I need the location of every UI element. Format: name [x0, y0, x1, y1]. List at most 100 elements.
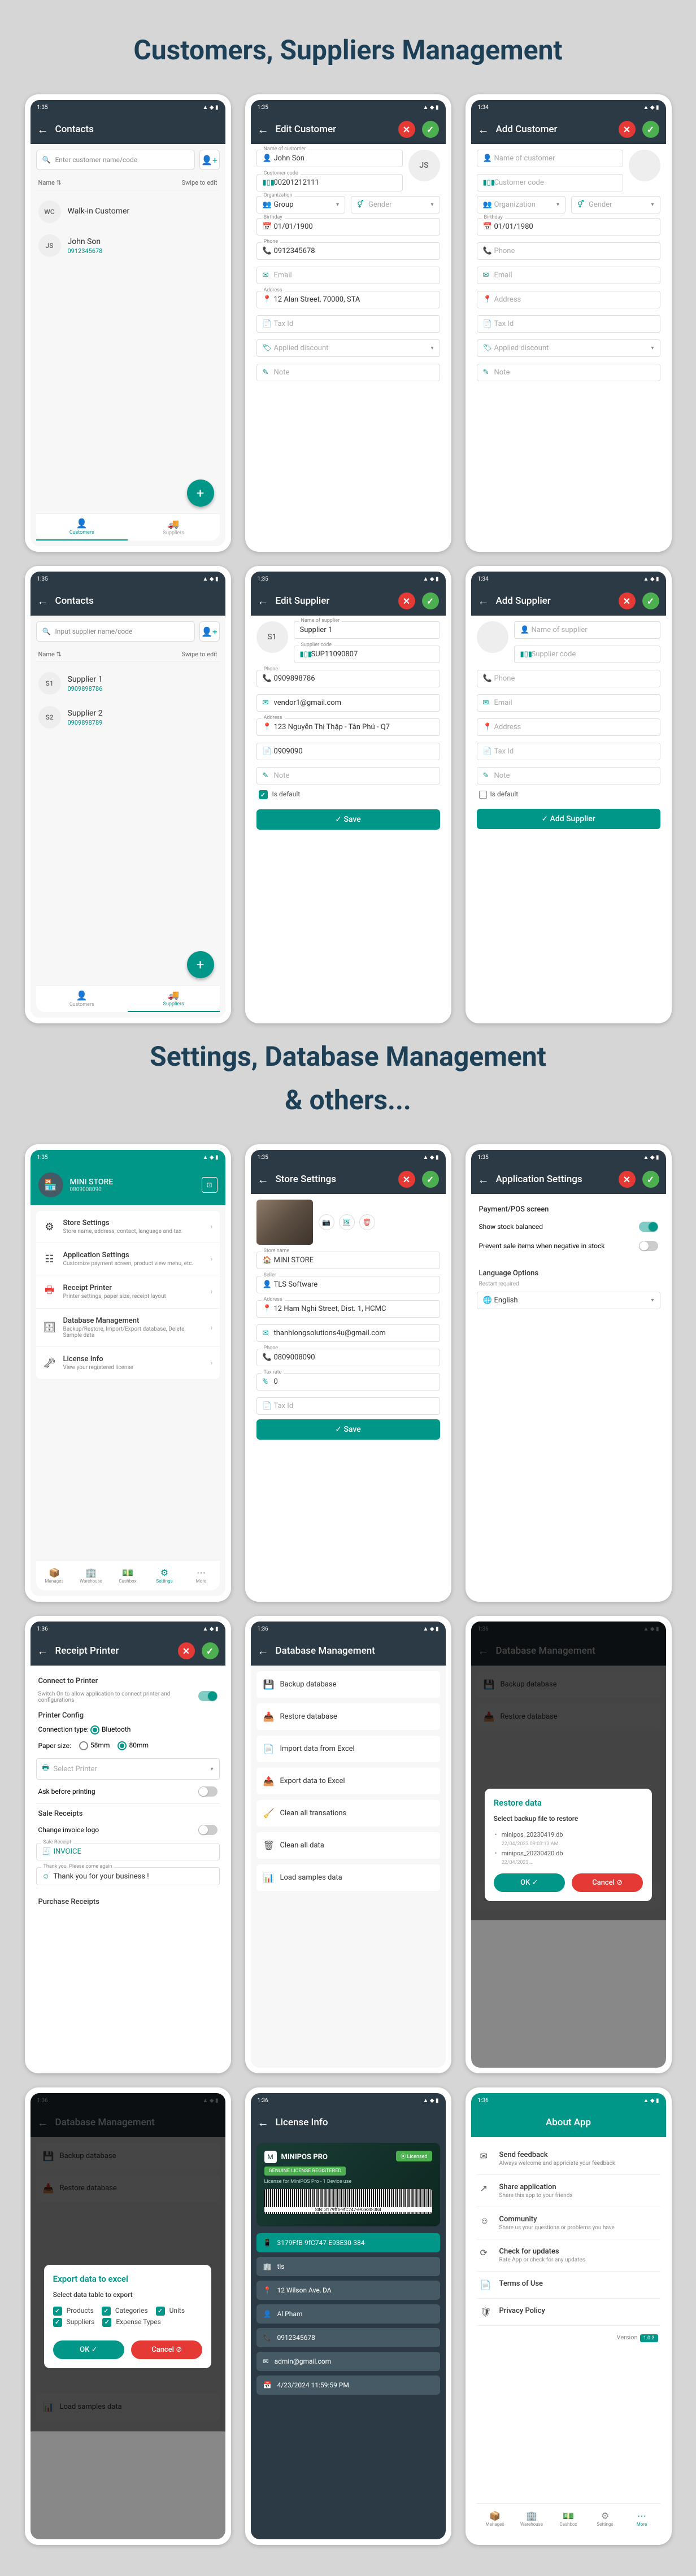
nav-more[interactable]: ⋯More	[624, 2504, 660, 2534]
setting-app[interactable]: ☷Application SettingsCustomize payment s…	[36, 1243, 220, 1275]
db-load-samples[interactable]: 📊Load samples data	[256, 1864, 440, 1891]
code-field[interactable]: ▮▯▮Customer code	[477, 174, 623, 191]
gender-field[interactable]: ⚥Gender▾	[351, 196, 440, 213]
taxid-field[interactable]: 📄Tax Id	[256, 1397, 440, 1415]
code-field[interactable]: Customer code ▮▯▮00201212111	[256, 174, 403, 191]
default-checkbox[interactable]: Is default	[477, 784, 660, 804]
nav-cashbox[interactable]: 💵Cashbox	[550, 2504, 587, 2534]
about-terms[interactable]: 📄Terms of Use	[477, 2272, 660, 2299]
code-field[interactable]: Supplier code▮▯▮SUP11090807	[294, 646, 440, 663]
gallery-button[interactable]: 🖼	[339, 1214, 355, 1230]
address-field[interactable]: 📍Address	[477, 718, 660, 736]
taxrate-field[interactable]: Tax rate%0	[256, 1373, 440, 1391]
nav-more[interactable]: ⋯More	[183, 1561, 220, 1590]
about-updates[interactable]: ⟳Check for updatesRate App or check for …	[477, 2239, 660, 2272]
db-clean-all[interactable]: 🗑Clean all data	[256, 1832, 440, 1859]
back-icon[interactable]: ←	[37, 594, 49, 608]
storename-field[interactable]: Store name🏠MINI STORE	[256, 1252, 440, 1269]
avatar-placeholder[interactable]	[477, 621, 508, 653]
close-button[interactable]: ✕	[398, 121, 415, 138]
customer-row[interactable]: JS John Son 0912345678	[36, 229, 220, 263]
about-privacy[interactable]: 🛡Privacy Policy	[477, 2299, 660, 2326]
radio-58mm[interactable]	[79, 1741, 88, 1750]
nav-manages[interactable]: 📦Manages	[477, 2504, 514, 2534]
phone-field[interactable]: 📞Phone	[477, 242, 660, 260]
change-logo-toggle[interactable]: Change invoice logo	[36, 1821, 220, 1838]
nav-settings[interactable]: ⚙Settings	[587, 2504, 624, 2534]
tab-customers[interactable]: 👤Customers	[36, 986, 128, 1012]
check-categories[interactable]: ✓Categories	[102, 2307, 148, 2316]
back-icon[interactable]: ←	[37, 123, 49, 137]
radio-80mm[interactable]	[118, 1741, 127, 1750]
close-button[interactable]: ✕	[398, 592, 415, 609]
check-units[interactable]: ✓Units	[156, 2307, 185, 2316]
back-icon[interactable]: ←	[478, 1173, 489, 1187]
back-icon[interactable]: ←	[37, 1644, 49, 1658]
nav-warehouse[interactable]: 🏢Warehouse	[73, 1561, 110, 1590]
about-community[interactable]: ☺CommunityShare us your questions or pro…	[477, 2207, 660, 2239]
address-field[interactable]: Address📍123 Nguyễn Thị Thập - Tân Phú - …	[256, 718, 440, 736]
confirm-button[interactable]: ✓	[202, 1642, 219, 1659]
org-field[interactable]: Organization 👥Group▾	[256, 196, 346, 213]
db-export-excel[interactable]: 📤Export data to Excel	[256, 1768, 440, 1794]
phone-field[interactable]: Phone 📞0912345678	[256, 242, 440, 260]
about-share[interactable]: ↗Share applicationShare this app to your…	[477, 2175, 660, 2207]
about-feedback[interactable]: ✉Send feedbackAlways welcome and apprici…	[477, 2143, 660, 2175]
toggle-prevent-negative[interactable]: Prevent sale items when negative in stoc…	[477, 1236, 660, 1256]
name-field[interactable]: 👤Name of supplier	[514, 621, 660, 639]
name-field[interactable]: Name of supplierSupplier 1	[294, 621, 440, 639]
db-backup[interactable]: 💾Backup database	[256, 1671, 440, 1698]
address-field[interactable]: 📍Address	[477, 291, 660, 308]
name-field[interactable]: 👤Name of customer	[477, 150, 623, 167]
confirm-button[interactable]: ✓	[642, 592, 659, 609]
phone-field[interactable]: Phone📞0809008090	[256, 1349, 440, 1366]
add-user-button[interactable]: 👤+	[199, 150, 220, 170]
store-image[interactable]	[256, 1200, 313, 1245]
nav-warehouse[interactable]: 🏢Warehouse	[514, 2504, 550, 2534]
note-field[interactable]: ✎Note	[256, 364, 440, 381]
birthday-field[interactable]: Birthday 📅01/01/1900	[256, 218, 440, 236]
sort-header[interactable]: Name ⇅ Swipe to edit	[36, 176, 220, 190]
code-field[interactable]: ▮▯▮Supplier code	[514, 646, 660, 663]
nav-cashbox[interactable]: 💵Cashbox	[110, 1561, 146, 1590]
modal-overlay[interactable]: Export data to excel Select data table t…	[31, 2093, 225, 2539]
add-user-button[interactable]: 👤+	[199, 621, 220, 642]
org-field[interactable]: 👥Organization▾	[477, 196, 566, 213]
tab-suppliers[interactable]: 🚚 Suppliers	[128, 514, 220, 541]
db-import-excel[interactable]: 📄Import data from Excel	[256, 1736, 440, 1762]
close-button[interactable]: ✕	[178, 1642, 195, 1659]
db-restore[interactable]: 📥Restore database	[256, 1703, 440, 1730]
camera-button[interactable]: 📷	[319, 1214, 334, 1230]
search-input[interactable]: 🔍 Enter customer name/code	[36, 150, 195, 170]
default-checkbox[interactable]: ✓Is default	[256, 784, 440, 805]
ok-button[interactable]: OK ✓	[53, 2340, 124, 2359]
delete-image-button[interactable]: 🗑	[359, 1214, 375, 1230]
tab-suppliers[interactable]: 🚚Suppliers	[128, 986, 220, 1012]
close-button[interactable]: ✕	[619, 592, 636, 609]
connect-toggle[interactable]	[198, 1691, 218, 1701]
email-field[interactable]: ✉thanhlongsolutions4u@gmail.com	[256, 1324, 440, 1342]
confirm-button[interactable]: ✓	[642, 1171, 659, 1188]
radio-bluetooth[interactable]	[90, 1725, 99, 1734]
toggle-switch[interactable]	[198, 1825, 218, 1835]
back-icon[interactable]: ←	[258, 1644, 269, 1658]
check-expense[interactable]: ✓Expense Types	[102, 2318, 161, 2327]
supplier-row[interactable]: S1 Supplier 10909898786	[36, 666, 220, 700]
scan-icon[interactable]: ⊡	[202, 1177, 218, 1193]
discount-field[interactable]: 🏷Applied discount▾	[477, 339, 660, 357]
invoice-title-field[interactable]: Sale Receipt🧾INVOICE	[36, 1843, 220, 1860]
taxid-field[interactable]: 📄Tax Id	[256, 315, 440, 333]
avatar[interactable]: JS	[408, 150, 440, 181]
setting-store[interactable]: ⚙Store SettingsStore name, address, cont…	[36, 1211, 220, 1243]
cancel-button[interactable]: Cancel ⊘	[572, 1873, 643, 1892]
close-button[interactable]: ✕	[619, 121, 636, 138]
toggle-switch[interactable]	[639, 1241, 658, 1251]
tab-customers[interactable]: 👤 Customers	[36, 514, 128, 541]
address-field[interactable]: Address 📍12 Alan Street, 70000, STA	[256, 291, 440, 308]
modal-overlay[interactable]: Restore data Select backup file to resto…	[471, 1622, 666, 2068]
birthday-field[interactable]: Birthday 📅01/01/1980	[477, 218, 660, 236]
save-button[interactable]: ✓ Save	[256, 1419, 440, 1440]
back-icon[interactable]: ←	[258, 123, 269, 137]
back-icon[interactable]: ←	[258, 2116, 269, 2130]
confirm-button[interactable]: ✓	[422, 592, 439, 609]
